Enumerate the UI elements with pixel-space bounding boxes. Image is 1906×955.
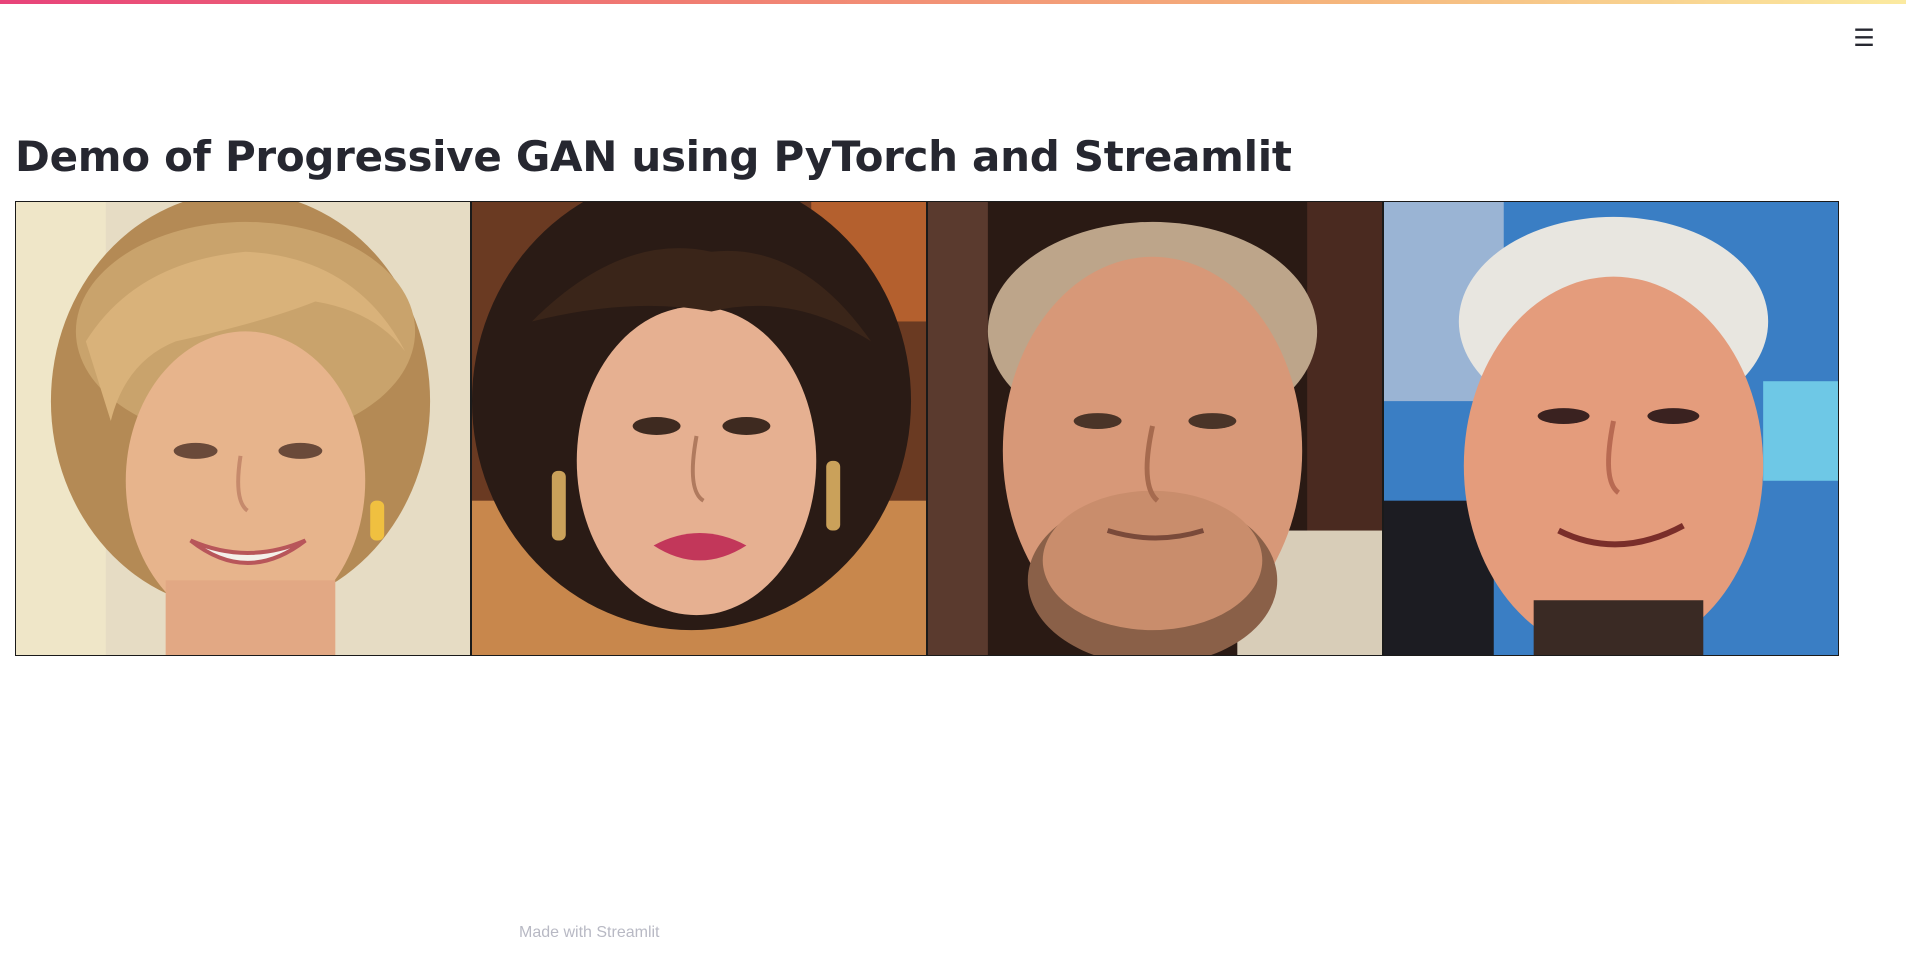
page-title: Demo of Progressive GAN using PyTorch an… (15, 132, 1292, 181)
generated-face-1 (16, 202, 470, 655)
generated-face-4 (1384, 202, 1838, 655)
hamburger-menu-icon[interactable]: ☰ (1850, 24, 1878, 52)
generated-face-2 (472, 202, 926, 655)
generated-image-grid (15, 201, 1839, 656)
footer-made-with-streamlit[interactable]: Made with Streamlit (519, 924, 660, 942)
header-decoration-bar (0, 0, 1906, 4)
generated-face-3 (928, 202, 1382, 655)
